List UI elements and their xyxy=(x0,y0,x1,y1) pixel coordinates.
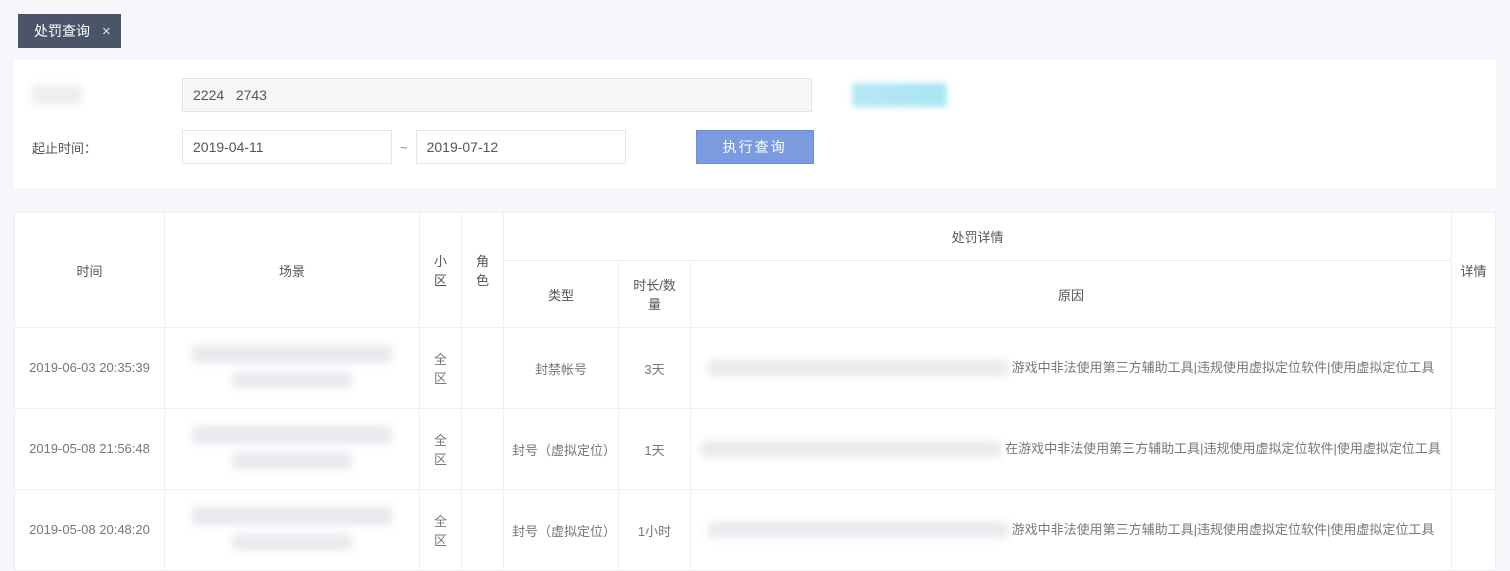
cell-scene xyxy=(165,328,420,409)
table-row: 2019-05-08 20:48:20 全区封号（虚拟定位）1小时 游戏中非法使用第… xyxy=(15,490,1496,571)
th-type: 类型 xyxy=(504,261,619,328)
redacted-scene xyxy=(192,426,392,444)
close-icon[interactable]: × xyxy=(102,23,111,40)
redacted-scene xyxy=(232,372,352,388)
cell-detail[interactable] xyxy=(1452,409,1496,490)
cell-detail[interactable] xyxy=(1452,490,1496,571)
redacted-scene xyxy=(192,507,392,525)
table-row: 2019-06-03 20:35:39 全区封禁帐号3天 游戏中非法使用第三方辅助工… xyxy=(15,328,1496,409)
cell-zone: 全区 xyxy=(420,409,462,490)
redacted-reason-prefix xyxy=(708,522,1008,538)
cell-duration: 1小时 xyxy=(619,490,691,571)
th-duration: 时长/数量 xyxy=(619,261,691,328)
cell-reason: 游戏中非法使用第三方辅助工具|违规使用虚拟定位软件|使用虚拟定位工具 xyxy=(691,328,1452,409)
reason-text: 在游戏中非法使用第三方辅助工具|违规使用虚拟定位软件|使用虚拟定位工具 xyxy=(1005,439,1441,460)
tilde-separator: ~ xyxy=(400,140,408,155)
cell-role xyxy=(462,328,504,409)
id-input[interactable] xyxy=(182,78,812,112)
th-detail: 详情 xyxy=(1452,213,1496,328)
cell-duration: 3天 xyxy=(619,328,691,409)
th-zone: 小区 xyxy=(420,213,462,328)
cell-detail[interactable] xyxy=(1452,328,1496,409)
redacted-scene xyxy=(232,534,352,550)
redacted-label xyxy=(32,85,82,105)
date-range-label: 起止时间： xyxy=(32,138,182,157)
date-to-input[interactable] xyxy=(416,130,626,164)
cell-zone: 全区 xyxy=(420,328,462,409)
cell-reason: 游戏中非法使用第三方辅助工具|违规使用虚拟定位软件|使用虚拟定位工具 xyxy=(691,490,1452,571)
redacted-badge xyxy=(852,83,947,107)
id-label xyxy=(32,85,182,105)
tab-bar: 处罚查询 × xyxy=(0,0,1510,48)
th-reason: 原因 xyxy=(691,261,1452,328)
th-role: 角色 xyxy=(462,213,504,328)
reason-text: 游戏中非法使用第三方辅助工具|违规使用虚拟定位软件|使用虚拟定位工具 xyxy=(1012,358,1435,379)
cell-time: 2019-05-08 21:56:48 xyxy=(15,409,165,490)
cell-type: 封禁帐号 xyxy=(504,328,619,409)
cell-type: 封号（虚拟定位） xyxy=(504,409,619,490)
redacted-scene xyxy=(192,345,392,363)
th-penalty-group: 处罚详情 xyxy=(504,213,1452,261)
th-scene: 场景 xyxy=(165,213,420,328)
reason-text: 游戏中非法使用第三方辅助工具|违规使用虚拟定位软件|使用虚拟定位工具 xyxy=(1012,520,1435,541)
cell-role xyxy=(462,490,504,571)
cell-scene xyxy=(165,409,420,490)
cell-duration: 1天 xyxy=(619,409,691,490)
cell-time: 2019-05-08 20:48:20 xyxy=(15,490,165,571)
tab-title: 处罚查询 xyxy=(34,21,90,41)
query-button[interactable]: 执行查询 xyxy=(696,130,814,164)
table-row: 2019-05-08 21:56:48 全区封号（虚拟定位）1天 在游戏中非法使用第… xyxy=(15,409,1496,490)
filter-panel: 起止时间： ~ 执行查询 xyxy=(14,60,1496,188)
redacted-reason-prefix xyxy=(701,441,1001,457)
cell-zone: 全区 xyxy=(420,490,462,571)
redacted-reason-prefix xyxy=(708,360,1008,376)
penalty-table: 时间 场景 小区 角色 处罚详情 详情 类型 时长/数量 原因 2019-06-… xyxy=(14,212,1496,571)
cell-scene xyxy=(165,490,420,571)
table-header-row-1: 时间 场景 小区 角色 处罚详情 详情 xyxy=(15,213,1496,261)
cell-time: 2019-06-03 20:35:39 xyxy=(15,328,165,409)
tab-penalty-query[interactable]: 处罚查询 × xyxy=(18,14,121,48)
redacted-scene xyxy=(232,453,352,469)
cell-reason: 在游戏中非法使用第三方辅助工具|违规使用虚拟定位软件|使用虚拟定位工具 xyxy=(691,409,1452,490)
th-time: 时间 xyxy=(15,213,165,328)
cell-type: 封号（虚拟定位） xyxy=(504,490,619,571)
date-from-input[interactable] xyxy=(182,130,392,164)
cell-role xyxy=(462,409,504,490)
